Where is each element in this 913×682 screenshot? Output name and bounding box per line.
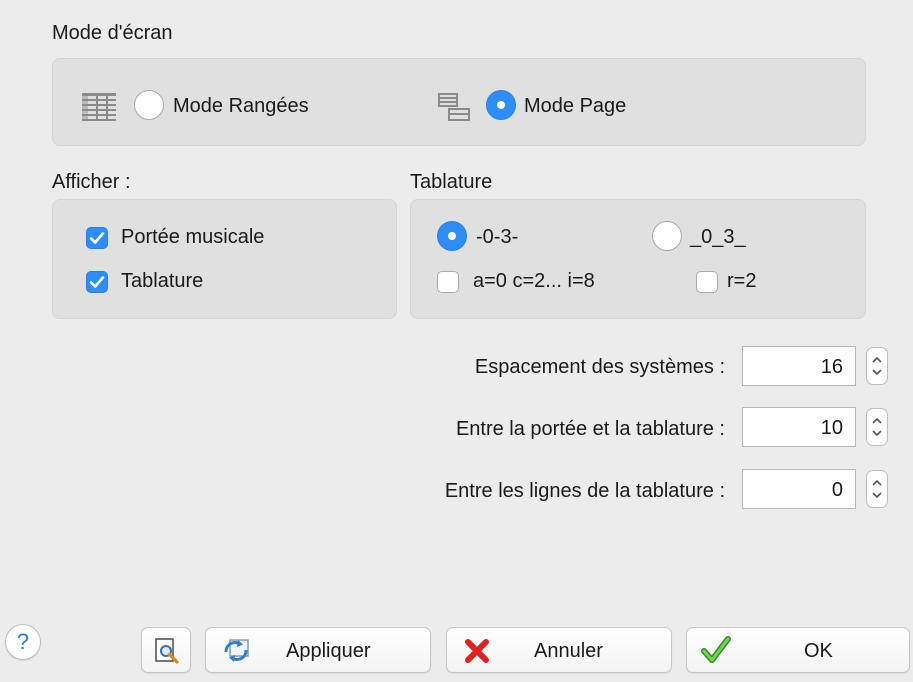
tab-lines-spacing-stepper[interactable] bbox=[866, 470, 888, 508]
staff-label[interactable]: Portée musicale bbox=[121, 226, 264, 249]
tablature-title: Tablature bbox=[410, 171, 493, 193]
mode-rows-label[interactable]: Mode Rangées bbox=[173, 95, 309, 118]
r2-label[interactable]: r=2 bbox=[727, 270, 756, 293]
print-preview-button[interactable] bbox=[141, 627, 191, 673]
staff-tab-spacing-field[interactable]: 10 bbox=[742, 407, 856, 447]
ok-label: OK bbox=[804, 640, 833, 662]
table-rows-icon bbox=[82, 93, 116, 126]
letters-checkbox[interactable] bbox=[437, 271, 459, 293]
red-x-icon bbox=[463, 637, 491, 671]
systems-spacing-field[interactable]: 16 bbox=[742, 346, 856, 386]
green-check-icon bbox=[701, 635, 731, 671]
mode-page-radio[interactable] bbox=[486, 90, 516, 120]
print-preview-icon bbox=[153, 637, 181, 671]
tab-style-dash-radio[interactable] bbox=[437, 221, 467, 251]
display-group bbox=[52, 199, 397, 319]
tab-lines-spacing-field[interactable]: 0 bbox=[742, 469, 856, 509]
systems-spacing-stepper[interactable] bbox=[866, 347, 888, 385]
tab-label[interactable]: Tablature bbox=[121, 270, 203, 293]
tab-lines-spacing-label: Entre les lignes de la tablature : bbox=[444, 480, 725, 502]
help-button[interactable]: ? bbox=[5, 624, 41, 660]
screen-mode-title: Mode d'écran bbox=[52, 22, 173, 44]
cancel-label: Annuler bbox=[534, 640, 603, 662]
ok-button[interactable]: OK bbox=[686, 627, 910, 673]
tab-style-dash-label[interactable]: -0-3- bbox=[476, 226, 518, 249]
tab-style-underscore-radio[interactable] bbox=[652, 221, 682, 251]
mode-page-label[interactable]: Mode Page bbox=[524, 95, 626, 118]
tablature-group bbox=[410, 199, 866, 319]
staff-tab-spacing-label: Entre la portée et la tablature : bbox=[455, 418, 725, 440]
staff-checkbox[interactable] bbox=[86, 227, 108, 249]
display-title: Afficher : bbox=[52, 171, 131, 193]
tab-checkbox[interactable] bbox=[86, 271, 108, 293]
r2-checkbox[interactable] bbox=[696, 271, 718, 293]
refresh-icon bbox=[220, 636, 252, 672]
mode-rows-radio[interactable] bbox=[134, 90, 164, 120]
tab-style-underscore-label[interactable]: _0_3_ bbox=[690, 226, 746, 249]
letters-label[interactable]: a=0 c=2... i=8 bbox=[473, 270, 595, 293]
staff-tab-spacing-stepper[interactable] bbox=[866, 408, 888, 446]
page-layout-icon bbox=[437, 92, 471, 127]
apply-label: Appliquer bbox=[286, 640, 371, 662]
cancel-button[interactable]: Annuler bbox=[446, 627, 672, 673]
systems-spacing-label: Espacement des systèmes : bbox=[474, 356, 725, 378]
apply-button[interactable]: Appliquer bbox=[205, 627, 431, 673]
